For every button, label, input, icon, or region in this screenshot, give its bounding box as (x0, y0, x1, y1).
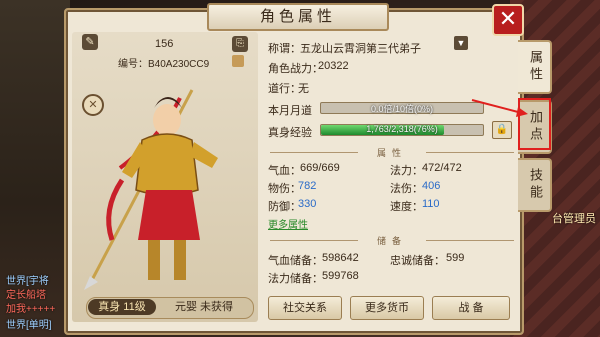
pencil-icon[interactable]: ✎ (82, 34, 98, 50)
tab-skills[interactable]: 技能 (518, 158, 552, 212)
exp-label: 真身经验 (268, 127, 312, 139)
loyal-reserve-label: 忠诚储备： (390, 255, 445, 267)
exp-progress-bar: 1,763/2,318(76%) (320, 124, 484, 136)
magic-value: 406 (422, 180, 441, 192)
mp-reserve-value: 599768 (322, 270, 359, 282)
hp-value: 669/669 (300, 162, 340, 174)
hp-reserve-value: 598642 (322, 252, 359, 264)
title-label: 称谓： (268, 43, 301, 55)
phys-value: 782 (298, 180, 317, 192)
speed-value: 110 (422, 198, 440, 210)
chat-line[interactable]: 世界[宇将 (6, 272, 49, 287)
monthly-label: 本月月道 (268, 105, 312, 117)
arrow-icon (471, 99, 528, 117)
equip-button[interactable]: 战 备 (432, 296, 510, 320)
social-button[interactable]: 社交关系 (268, 296, 342, 320)
speed-label: 速度： (390, 201, 423, 213)
monthly-progress-bar: 0.0倍/10倍(0%) (320, 102, 484, 114)
chat-line[interactable]: 定长船塔 (6, 286, 46, 301)
window-title: 角色属性 (207, 3, 389, 31)
character-number: 156 (155, 38, 174, 50)
title-value: 五龙山云霄洞第三代弟子 (300, 43, 421, 55)
edit-profile-icon[interactable]: ⎘ (232, 36, 248, 52)
phys-label: 物伤： (268, 183, 301, 195)
power-label: 角色战力： (268, 63, 323, 75)
monthly-progress-text: 0.0倍/10倍(0%) (370, 104, 434, 114)
more-attributes-link[interactable]: 更多属性 (268, 216, 308, 231)
loyal-reserve-value: 599 (446, 252, 465, 264)
mp-label: 法力： (390, 165, 423, 177)
daoxing-value: 无 (298, 83, 309, 95)
hp-reserve-label: 气血储备： (268, 255, 323, 267)
character-code: 编号：B40A230CC9 (118, 59, 210, 70)
mp-reserve-label: 法力储备： (268, 273, 323, 285)
yuanying-status[interactable]: 元婴 未获得 (158, 299, 250, 315)
exp-progress-text: 1,763/2,318(76%) (366, 124, 438, 134)
side-label: 台管理员 (552, 213, 596, 225)
currency-button[interactable]: 更多货币 (350, 296, 424, 320)
magic-label: 法伤： (390, 183, 423, 195)
real-body-level[interactable]: 真身 11级 (88, 299, 156, 315)
hp-label: 气血： (268, 165, 301, 177)
chat-line[interactable]: 加我+++++ (6, 300, 55, 315)
attributes-header: 属性 (270, 146, 514, 158)
mp-value: 472/472 (422, 162, 462, 174)
def-value: 330 (298, 198, 317, 210)
chevron-down-icon[interactable]: ▼ (454, 36, 468, 50)
character-portrait (84, 89, 218, 290)
power-value: 20322 (318, 60, 349, 72)
def-label: 防御： (268, 201, 301, 213)
reserve-header: 储备 (270, 234, 514, 246)
copy-icon[interactable] (232, 55, 244, 67)
chat-line[interactable]: 世界[单明] (6, 316, 52, 331)
close-button[interactable]: ✕ (492, 4, 524, 36)
daoxing-label: 道行： (268, 83, 301, 95)
tab-attributes[interactable]: 属性 (518, 40, 552, 94)
